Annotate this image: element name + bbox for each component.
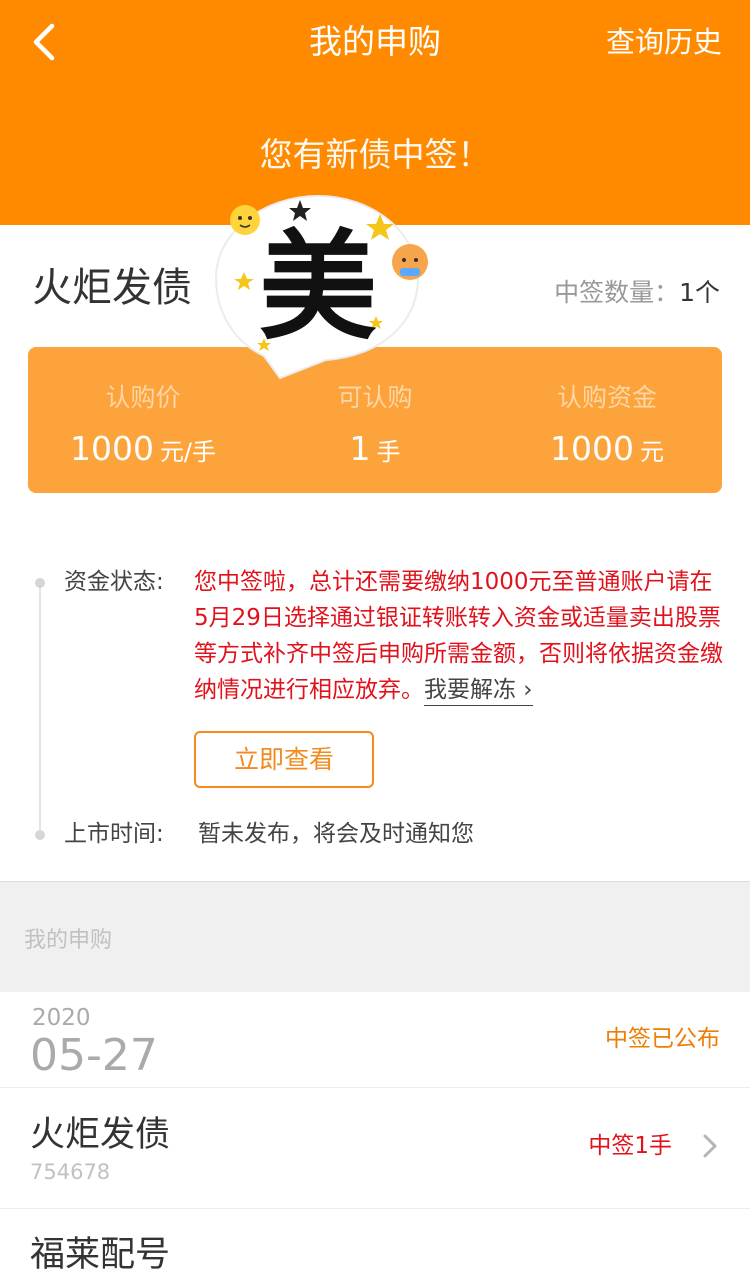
quantity-value: 1手 — [349, 429, 401, 468]
fund-status-text: 您中签啦，总计还需要缴纳1000元至普通账户请在5月29日选择通过银证转账转入资… — [194, 564, 724, 708]
chevron-right-icon — [703, 1134, 717, 1158]
record-name: 火炬发债 — [30, 1115, 171, 1155]
sticker-emoji: 美 — [214, 194, 428, 380]
funds-label: 认购资金 — [556, 383, 657, 412]
price-value: 1000 元/手 — [69, 429, 217, 468]
timeline-dot-top — [35, 578, 45, 588]
query-history-link[interactable]: 查询历史 — [606, 22, 722, 62]
fund-status-label: 资金状态: — [64, 569, 164, 595]
timeline-dot-bottom — [35, 830, 45, 840]
record-date-row: 2020 05-27 中签已公布 — [0, 991, 750, 1088]
section-header: 我的申购 — [0, 881, 750, 992]
lot-count: 中签数量：1个 — [554, 276, 720, 310]
record-code: 754678 — [30, 1160, 111, 1184]
listing-time-label: 上市时间: — [64, 821, 164, 847]
record-result: 中签1手 — [588, 1133, 672, 1159]
timeline-line — [39, 582, 41, 836]
unfreeze-link[interactable]: 我要解冻 › — [424, 677, 533, 706]
list-item[interactable]: 火炬发债 754678 中签1手 — [0, 1088, 750, 1209]
list-item[interactable]: 福莱配号 — [0, 1210, 750, 1275]
record-month-day: 05-27 — [30, 1030, 158, 1081]
lot-count-value: 1个 — [679, 278, 720, 307]
bond-name: 火炬发债 — [32, 265, 192, 311]
section-title: 我的申购 — [24, 928, 113, 953]
listing-time-text: 暂未发布，将会及时通知您 — [198, 821, 474, 847]
view-now-button[interactable]: 立即查看 — [194, 731, 374, 788]
record-name: 福莱配号 — [30, 1235, 171, 1275]
record-year: 2020 — [32, 1005, 91, 1031]
funds-value: 1000 元 — [550, 429, 664, 468]
record-status: 中签已公布 — [605, 1026, 720, 1052]
lot-count-label: 中签数量： — [554, 278, 680, 307]
win-banner: 您有新债中签！ — [259, 135, 491, 174]
sticker-glyph: 美 — [259, 217, 377, 356]
